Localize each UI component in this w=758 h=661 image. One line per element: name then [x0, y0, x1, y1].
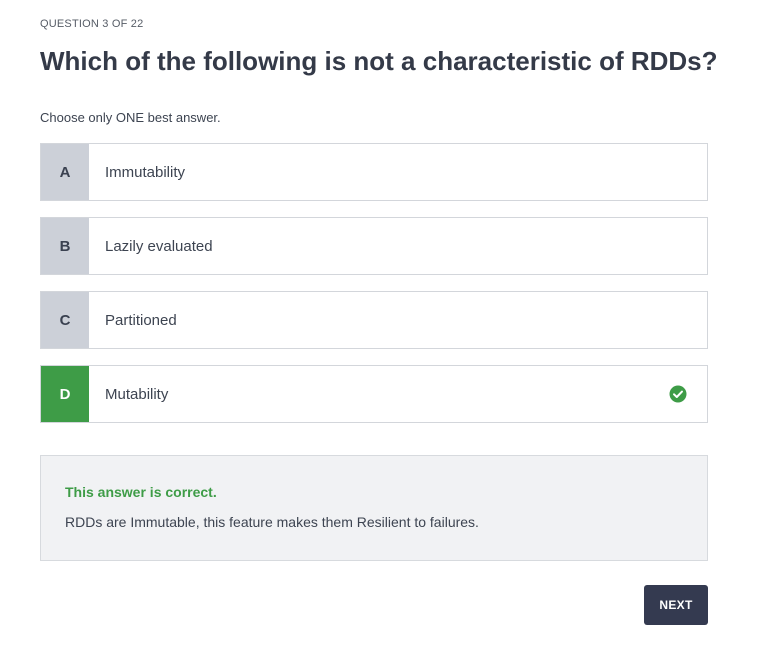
- option-d[interactable]: D Mutability: [40, 365, 708, 423]
- option-label: Mutability: [105, 385, 169, 403]
- next-button[interactable]: NEXT: [644, 585, 708, 625]
- feedback-panel: This answer is correct. RDDs are Immutab…: [40, 455, 708, 561]
- option-label: Partitioned: [105, 311, 177, 329]
- option-letter: B: [41, 218, 89, 274]
- option-letter: A: [41, 144, 89, 200]
- option-b[interactable]: B Lazily evaluated: [40, 217, 708, 275]
- option-label: Lazily evaluated: [105, 237, 213, 255]
- option-a[interactable]: A Immutability: [40, 143, 708, 201]
- answer-instruction: Choose only ONE best answer.: [40, 110, 221, 125]
- question-title: Which of the following is not a characte…: [40, 46, 718, 76]
- answer-options: A Immutability B Lazily evaluated C Part…: [40, 143, 708, 439]
- option-letter: D: [41, 366, 89, 422]
- feedback-title: This answer is correct.: [65, 484, 217, 500]
- feedback-explanation: RDDs are Immutable, this feature makes t…: [65, 514, 479, 530]
- question-counter: QUESTION 3 OF 22: [40, 18, 144, 30]
- option-label: Immutability: [105, 163, 186, 181]
- option-letter: C: [41, 292, 89, 348]
- check-circle-icon: [649, 366, 707, 422]
- option-c[interactable]: C Partitioned: [40, 291, 708, 349]
- quiz-page: QUESTION 3 OF 22 Which of the following …: [0, 0, 758, 661]
